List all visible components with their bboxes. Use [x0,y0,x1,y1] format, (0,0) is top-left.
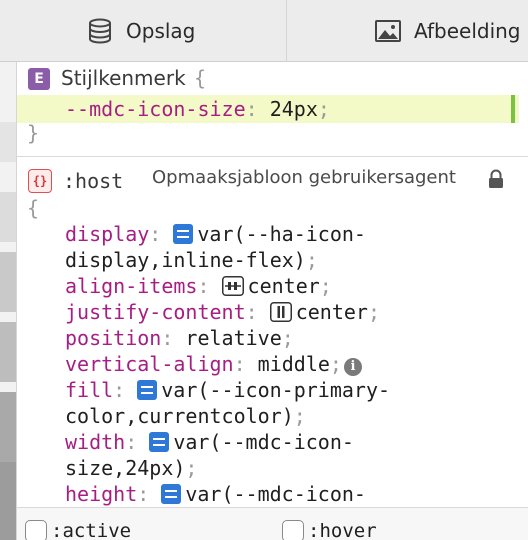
property-name[interactable]: fill [65,378,113,402]
property-value-cont[interactable]: color,currentcolor) [65,404,294,428]
property-value-cont[interactable]: size,24px) [65,456,185,480]
host-rule-badge: {} [28,169,52,193]
property-name[interactable]: height [65,482,137,506]
declaration-fill[interactable]: fill: var(--icon-primary- [65,377,390,403]
element-style-selector: Stijlkenmerk { [61,66,206,90]
variable-icon[interactable] [161,484,182,504]
rule-element-style: E Stijlkenmerk { --mdc-icon-size: 24px; } [17,62,528,157]
property-value[interactable]: var(--mdc-icon- [173,430,354,454]
property-value[interactable]: var(--mdc-icon- [185,482,366,506]
property-value[interactable]: relative [185,326,281,350]
tab-images[interactable]: Afbeelding [374,0,521,62]
declaration-height[interactable]: height: var(--mdc-icon- [65,481,366,507]
declaration-position[interactable]: position: relative; [65,325,294,351]
styles-panel: E Stijlkenmerk { --mdc-icon-size: 24px; }… [16,62,528,540]
tab-storage[interactable]: Opslag [86,0,195,62]
property-name[interactable]: position [65,326,161,350]
property-name[interactable]: vertical-align [65,352,234,376]
property-value[interactable]: 24px [270,97,318,121]
property-name[interactable]: width [65,430,125,454]
declaration-display-cont: display,inline-flex); [65,248,318,272]
stylesheet-origin: Opmaaksjabloon gebruikersagent [152,167,456,188]
host-open-brace: { [27,196,40,220]
declaration-display[interactable]: display: var(--ha-icon- [65,221,366,247]
variable-icon[interactable] [137,380,158,400]
declaration-width-cont: size,24px); [65,456,198,480]
property-name[interactable]: --mdc-icon-size [65,97,246,121]
property-name[interactable]: justify-content [65,300,246,324]
info-icon[interactable]: i [343,358,362,376]
pseudo-state-hover[interactable]: :hover [282,520,377,540]
declaration-mdc-icon-size[interactable]: --mdc-icon-size: 24px; [65,96,330,122]
checkbox[interactable] [282,520,304,540]
property-value[interactable]: middle [258,352,330,376]
property-value[interactable]: center [248,274,320,298]
tab-bar: Opslag Afbeelding [0,0,528,62]
database-icon [89,18,111,44]
variable-icon[interactable] [149,432,170,452]
property-name[interactable]: display [65,222,149,246]
pseudo-state-label: :hover [308,520,377,540]
open-brace: { [193,66,207,90]
pseudo-state-bar: :active :hover [17,507,528,540]
lock-icon [489,169,503,188]
checkbox[interactable] [25,520,47,540]
tab-storage-label: Opslag [126,19,196,43]
element-style-badge: E [28,68,50,90]
property-value-cont[interactable]: display,inline-flex) [65,248,306,272]
flex-align-items-icon[interactable] [221,276,244,296]
changed-marker [511,95,515,123]
property-name[interactable]: align-items [65,274,197,298]
close-brace: } [27,121,40,145]
host-selector[interactable]: :host [63,169,123,193]
property-value[interactable]: var(--ha-icon- [197,222,366,246]
tab-images-label: Afbeelding [414,19,521,43]
left-gutter [0,62,16,540]
image-icon [375,20,401,42]
property-value[interactable]: var(--icon-primary- [161,378,390,402]
declaration-vertical-align[interactable]: vertical-align: middle; i [65,351,362,377]
element-style-label: Stijlkenmerk [61,66,186,90]
variable-icon[interactable] [173,224,194,244]
declaration-fill-cont: color,currentcolor); [65,404,306,428]
declaration-align-items[interactable]: align-items: center; [65,273,332,299]
declaration-width[interactable]: width: var(--mdc-icon- [65,429,354,455]
rule-host: {} :host Opmaaksjabloon gebruikersagent … [17,157,528,507]
pseudo-state-label: :active [51,520,132,540]
tab-divider [286,0,287,62]
flex-justify-content-icon[interactable] [269,302,292,322]
property-value[interactable]: center [296,300,368,324]
pseudo-state-active[interactable]: :active [25,520,131,540]
declaration-justify-content[interactable]: justify-content: center; [65,299,380,325]
